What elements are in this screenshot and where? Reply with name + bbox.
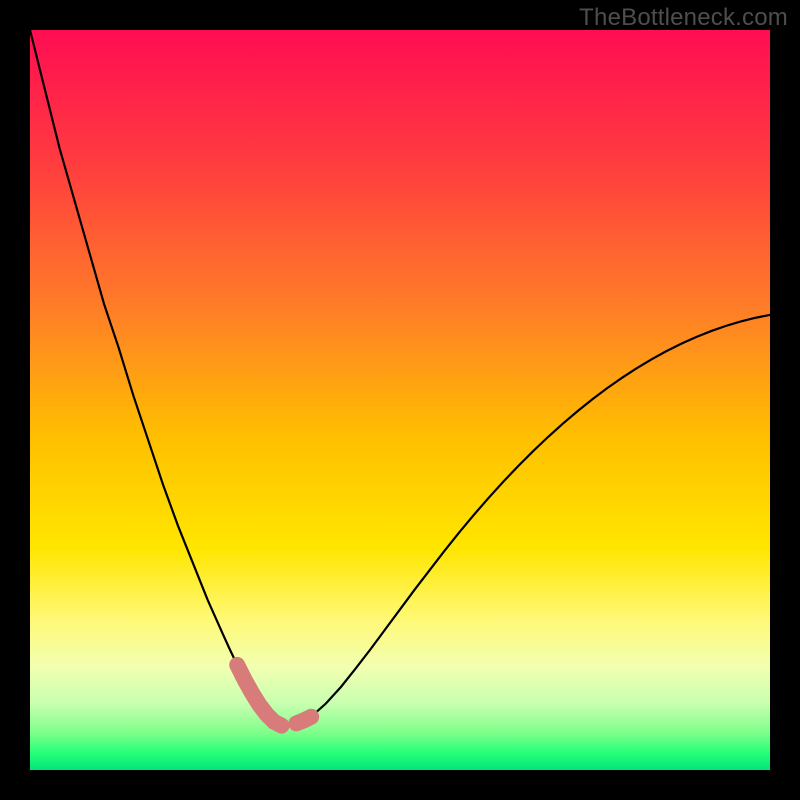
highlight-segment-right — [296, 717, 311, 724]
chart-frame: TheBottleneck.com — [0, 0, 800, 800]
bottleneck-curve — [30, 30, 770, 726]
curve-layer — [30, 30, 770, 770]
plot-area — [30, 30, 770, 770]
watermark-text: TheBottleneck.com — [579, 4, 788, 32]
highlight-segment-left — [237, 665, 281, 726]
